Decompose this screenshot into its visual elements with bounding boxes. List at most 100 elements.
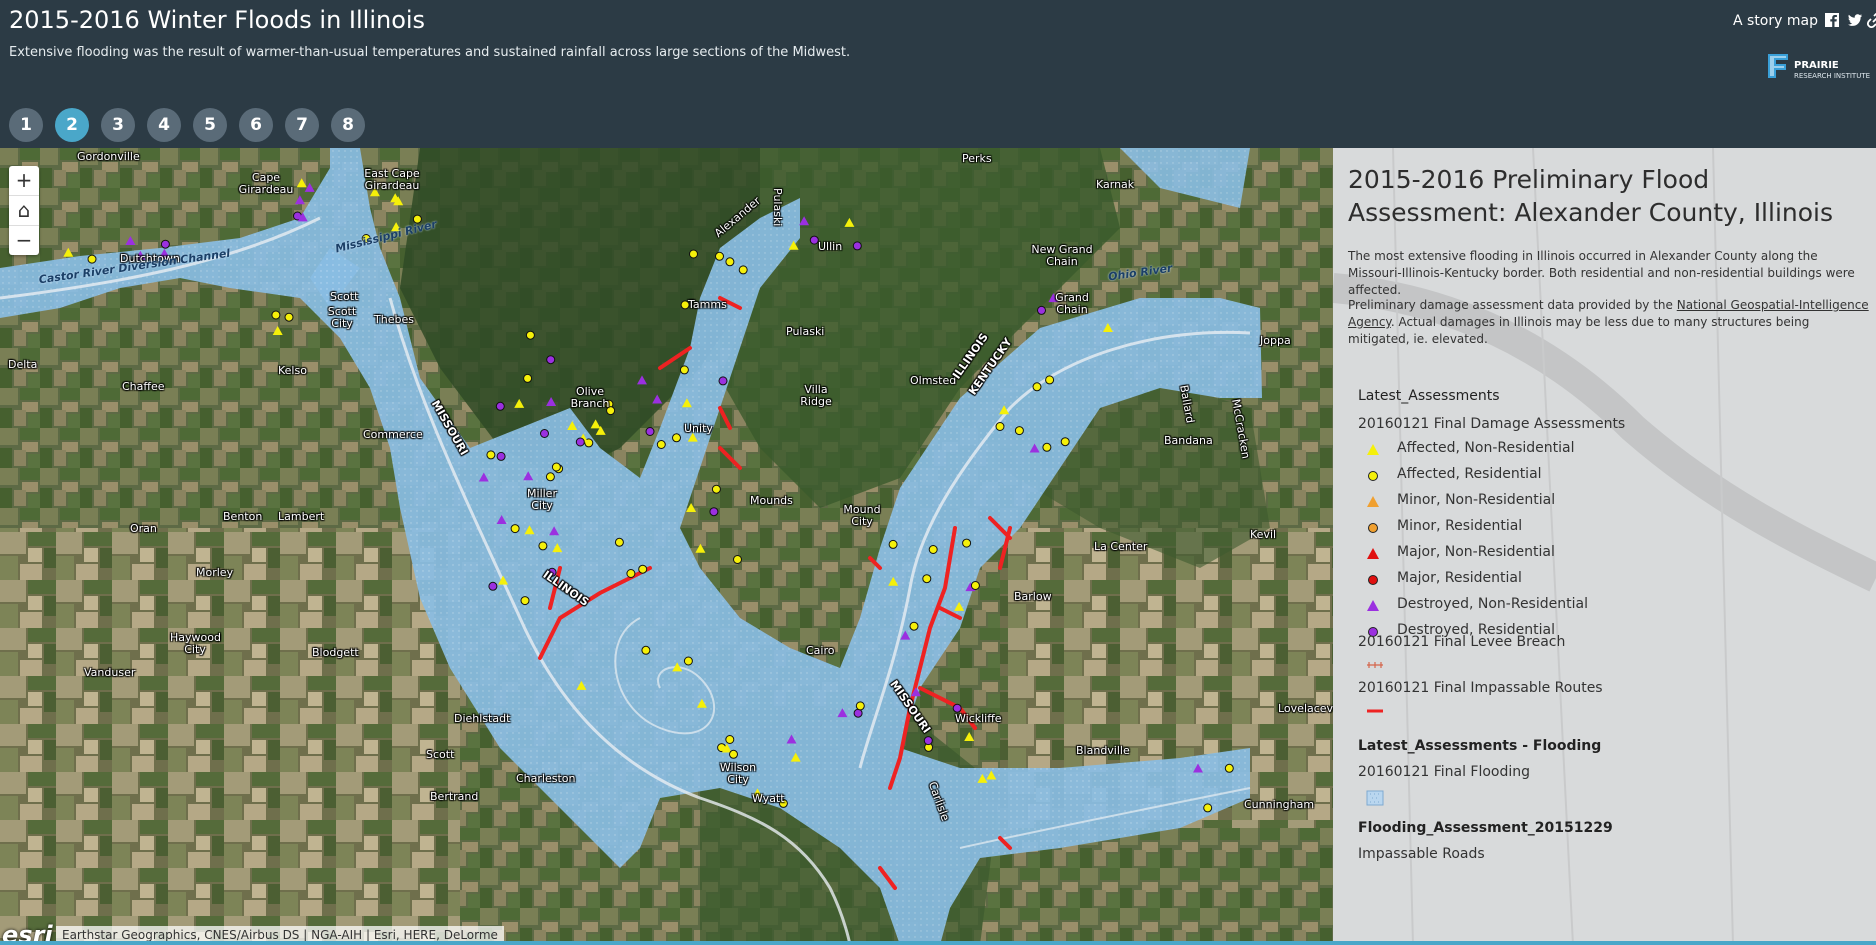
non-residential-damage-point[interactable] [63,247,74,257]
non-residential-damage-point[interactable] [304,182,315,192]
non-residential-damage-point[interactable] [272,326,283,335]
non-residential-damage-point[interactable] [696,698,707,708]
residential-damage-point[interactable] [970,581,980,590]
non-residential-damage-point[interactable] [552,543,563,553]
non-residential-damage-point[interactable] [977,773,988,783]
residential-damage-point[interactable] [689,249,698,259]
link-icon[interactable] [1867,12,1876,28]
residential-damage-point[interactable] [729,749,738,759]
non-residential-damage-point[interactable] [549,526,560,536]
residential-damage-point[interactable] [852,241,862,251]
non-residential-damage-point[interactable] [652,394,663,404]
non-residential-damage-point[interactable] [695,543,706,553]
residential-damage-point[interactable] [656,440,666,449]
residential-damage-point[interactable] [638,564,648,574]
non-residential-damage-point[interactable] [910,687,921,697]
residential-damage-point[interactable] [715,251,724,261]
home-button[interactable]: ⌂ [9,196,39,226]
residential-damage-point[interactable] [1203,803,1213,813]
residential-damage-point[interactable] [626,569,636,578]
residential-damage-point[interactable] [520,596,530,606]
residential-damage-point[interactable] [551,462,561,472]
non-residential-damage-point[interactable] [1193,763,1203,773]
tab-6[interactable]: 6 [239,108,273,142]
residential-damage-point[interactable] [725,735,735,744]
residential-damage-point[interactable] [711,484,721,494]
residential-damage-point[interactable] [496,451,506,461]
residential-damage-point[interactable] [709,507,719,517]
non-residential-damage-point[interactable] [900,630,911,640]
non-residential-damage-point[interactable] [799,216,810,226]
residential-damage-point[interactable] [645,427,655,436]
residential-damage-point[interactable] [641,645,651,655]
flood-map[interactable]: Gordonville Cape Girardeau East Cape Gir… [0,148,1333,945]
non-residential-damage-point[interactable] [788,240,799,250]
non-residential-damage-point[interactable] [1029,443,1040,453]
residential-damage-point[interactable] [888,539,898,549]
non-residential-damage-point[interactable] [844,217,855,227]
residential-damage-point[interactable] [672,433,681,443]
residential-damage-point[interactable] [733,555,742,564]
non-residential-damage-point[interactable] [686,503,697,512]
non-residential-damage-point[interactable] [1102,323,1113,332]
zoom-out-button[interactable]: − [9,226,39,255]
residential-damage-point[interactable] [614,537,624,547]
tab-4[interactable]: 4 [147,108,181,142]
residential-damage-point[interactable] [922,574,932,584]
twitter-icon[interactable] [1847,12,1863,28]
residential-damage-point[interactable] [495,401,505,411]
residential-damage-point[interactable] [284,312,294,322]
residential-damage-point[interactable] [855,701,865,711]
non-residential-damage-point[interactable] [524,525,535,535]
non-residential-damage-point[interactable] [498,575,509,585]
residential-damage-point[interactable] [1224,763,1234,773]
non-residential-damage-point[interactable] [954,601,965,611]
residential-damage-point[interactable] [538,541,548,551]
tab-7[interactable]: 7 [285,108,319,142]
residential-damage-point[interactable] [1060,437,1070,447]
non-residential-damage-point[interactable] [496,515,507,524]
non-residential-damage-point[interactable] [576,680,587,690]
residential-damage-point[interactable] [923,736,933,746]
non-residential-damage-point[interactable] [986,770,997,780]
residential-damage-point[interactable] [928,545,938,554]
non-residential-damage-point[interactable] [790,752,801,762]
non-residential-damage-point[interactable] [514,398,525,408]
residential-damage-point[interactable] [952,703,962,713]
non-residential-damage-point[interactable] [125,236,136,245]
non-residential-damage-point[interactable] [478,472,489,482]
residential-damage-point[interactable] [725,257,735,267]
non-residential-damage-point[interactable] [637,375,647,385]
non-residential-damage-point[interactable] [672,662,683,672]
story-map-label[interactable]: A story map [1733,13,1818,29]
residential-damage-point[interactable] [718,376,728,386]
non-residential-damage-point[interactable] [964,732,975,741]
non-residential-damage-point[interactable] [296,178,307,188]
residential-damage-point[interactable] [510,524,520,534]
residential-damage-point[interactable] [1014,426,1024,436]
residential-damage-point[interactable] [488,581,498,591]
residential-damage-point[interactable] [962,538,972,548]
residential-damage-point[interactable] [995,422,1005,431]
tab-8[interactable]: 8 [331,108,365,142]
residential-damage-point[interactable] [87,254,97,264]
non-residential-damage-point[interactable] [888,576,899,586]
residential-damage-point[interactable] [853,708,863,718]
residential-damage-point[interactable] [546,355,556,365]
residential-damage-point[interactable] [523,373,533,383]
non-residential-damage-point[interactable] [999,405,1010,415]
non-residential-damage-point[interactable] [567,421,578,430]
non-residential-damage-point[interactable] [590,419,601,429]
residential-damage-point[interactable] [160,239,170,249]
residential-damage-point[interactable] [679,365,689,375]
residential-damage-point[interactable] [1045,375,1055,385]
tab-2[interactable]: 2 [55,108,89,142]
residential-damage-point[interactable] [1032,382,1042,392]
non-residential-damage-point[interactable] [294,195,305,205]
facebook-icon[interactable] [1824,12,1840,28]
residential-damage-point[interactable] [271,310,281,320]
non-residential-damage-point[interactable] [546,397,557,406]
residential-damage-point[interactable] [683,656,693,666]
residential-damage-point[interactable] [1037,305,1046,315]
tab-3[interactable]: 3 [101,108,135,142]
